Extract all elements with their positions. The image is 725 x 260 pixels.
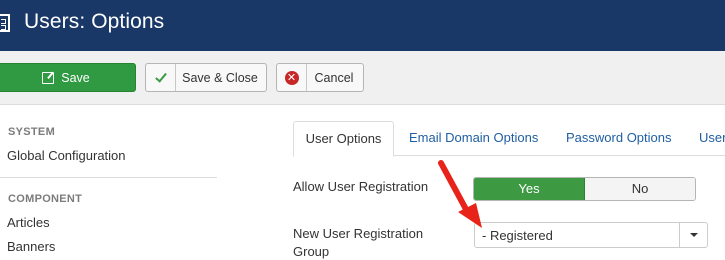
registration-group-value: - Registered xyxy=(482,228,553,243)
sidebar-divider xyxy=(0,177,217,178)
registration-group-label-line1: New User Registration xyxy=(293,226,424,241)
options-tabs: User Options Email Domain Options Passwo… xyxy=(293,121,725,157)
chevron-down-icon xyxy=(689,233,698,237)
tab-user-truncated[interactable]: User xyxy=(699,121,725,156)
page-header: Users: Options xyxy=(0,0,725,51)
options-icon xyxy=(0,14,10,32)
edit-icon xyxy=(42,71,55,84)
toggle-no-button[interactable]: No xyxy=(585,178,695,200)
allow-registration-label: Allow User Registration xyxy=(293,179,429,194)
save-close-button[interactable]: Save & Close xyxy=(145,63,267,92)
registration-group-select[interactable]: - Registered xyxy=(474,222,708,248)
cancel-icon: ✕ xyxy=(284,70,299,85)
cancel-button[interactable]: ✕ Cancel xyxy=(276,63,364,92)
sidebar-item-global-configuration[interactable]: Global Configuration xyxy=(7,148,126,163)
annotation-arrow-shaft xyxy=(438,160,471,216)
select-dropdown-toggle[interactable] xyxy=(679,223,707,247)
toolbar: Save Save & Close ✕ Cancel xyxy=(0,51,725,105)
tab-user-options[interactable]: User Options xyxy=(293,121,394,157)
registration-group-label-line2: Group xyxy=(293,244,330,259)
sidebar-heading-component: COMPONENT xyxy=(8,193,83,205)
sidebar-heading-system: SYSTEM xyxy=(8,126,56,138)
cancel-label: Cancel xyxy=(314,70,354,85)
save-button-label: Save xyxy=(61,70,90,85)
tab-password-options[interactable]: Password Options xyxy=(566,121,672,156)
sidebar: SYSTEM Global Configuration COMPONENT Ar… xyxy=(0,105,240,260)
save-button[interactable]: Save xyxy=(0,63,136,92)
sidebar-item-banners[interactable]: Banners xyxy=(7,239,55,254)
tab-email-domain-options[interactable]: Email Domain Options xyxy=(409,121,538,156)
save-close-label: Save & Close xyxy=(182,70,258,85)
check-icon xyxy=(154,69,167,83)
allow-registration-toggle: Yes No xyxy=(473,177,696,201)
page-title: Users: Options xyxy=(24,10,165,33)
toggle-yes-button[interactable]: Yes xyxy=(474,178,585,200)
sidebar-item-articles[interactable]: Articles xyxy=(7,215,50,230)
